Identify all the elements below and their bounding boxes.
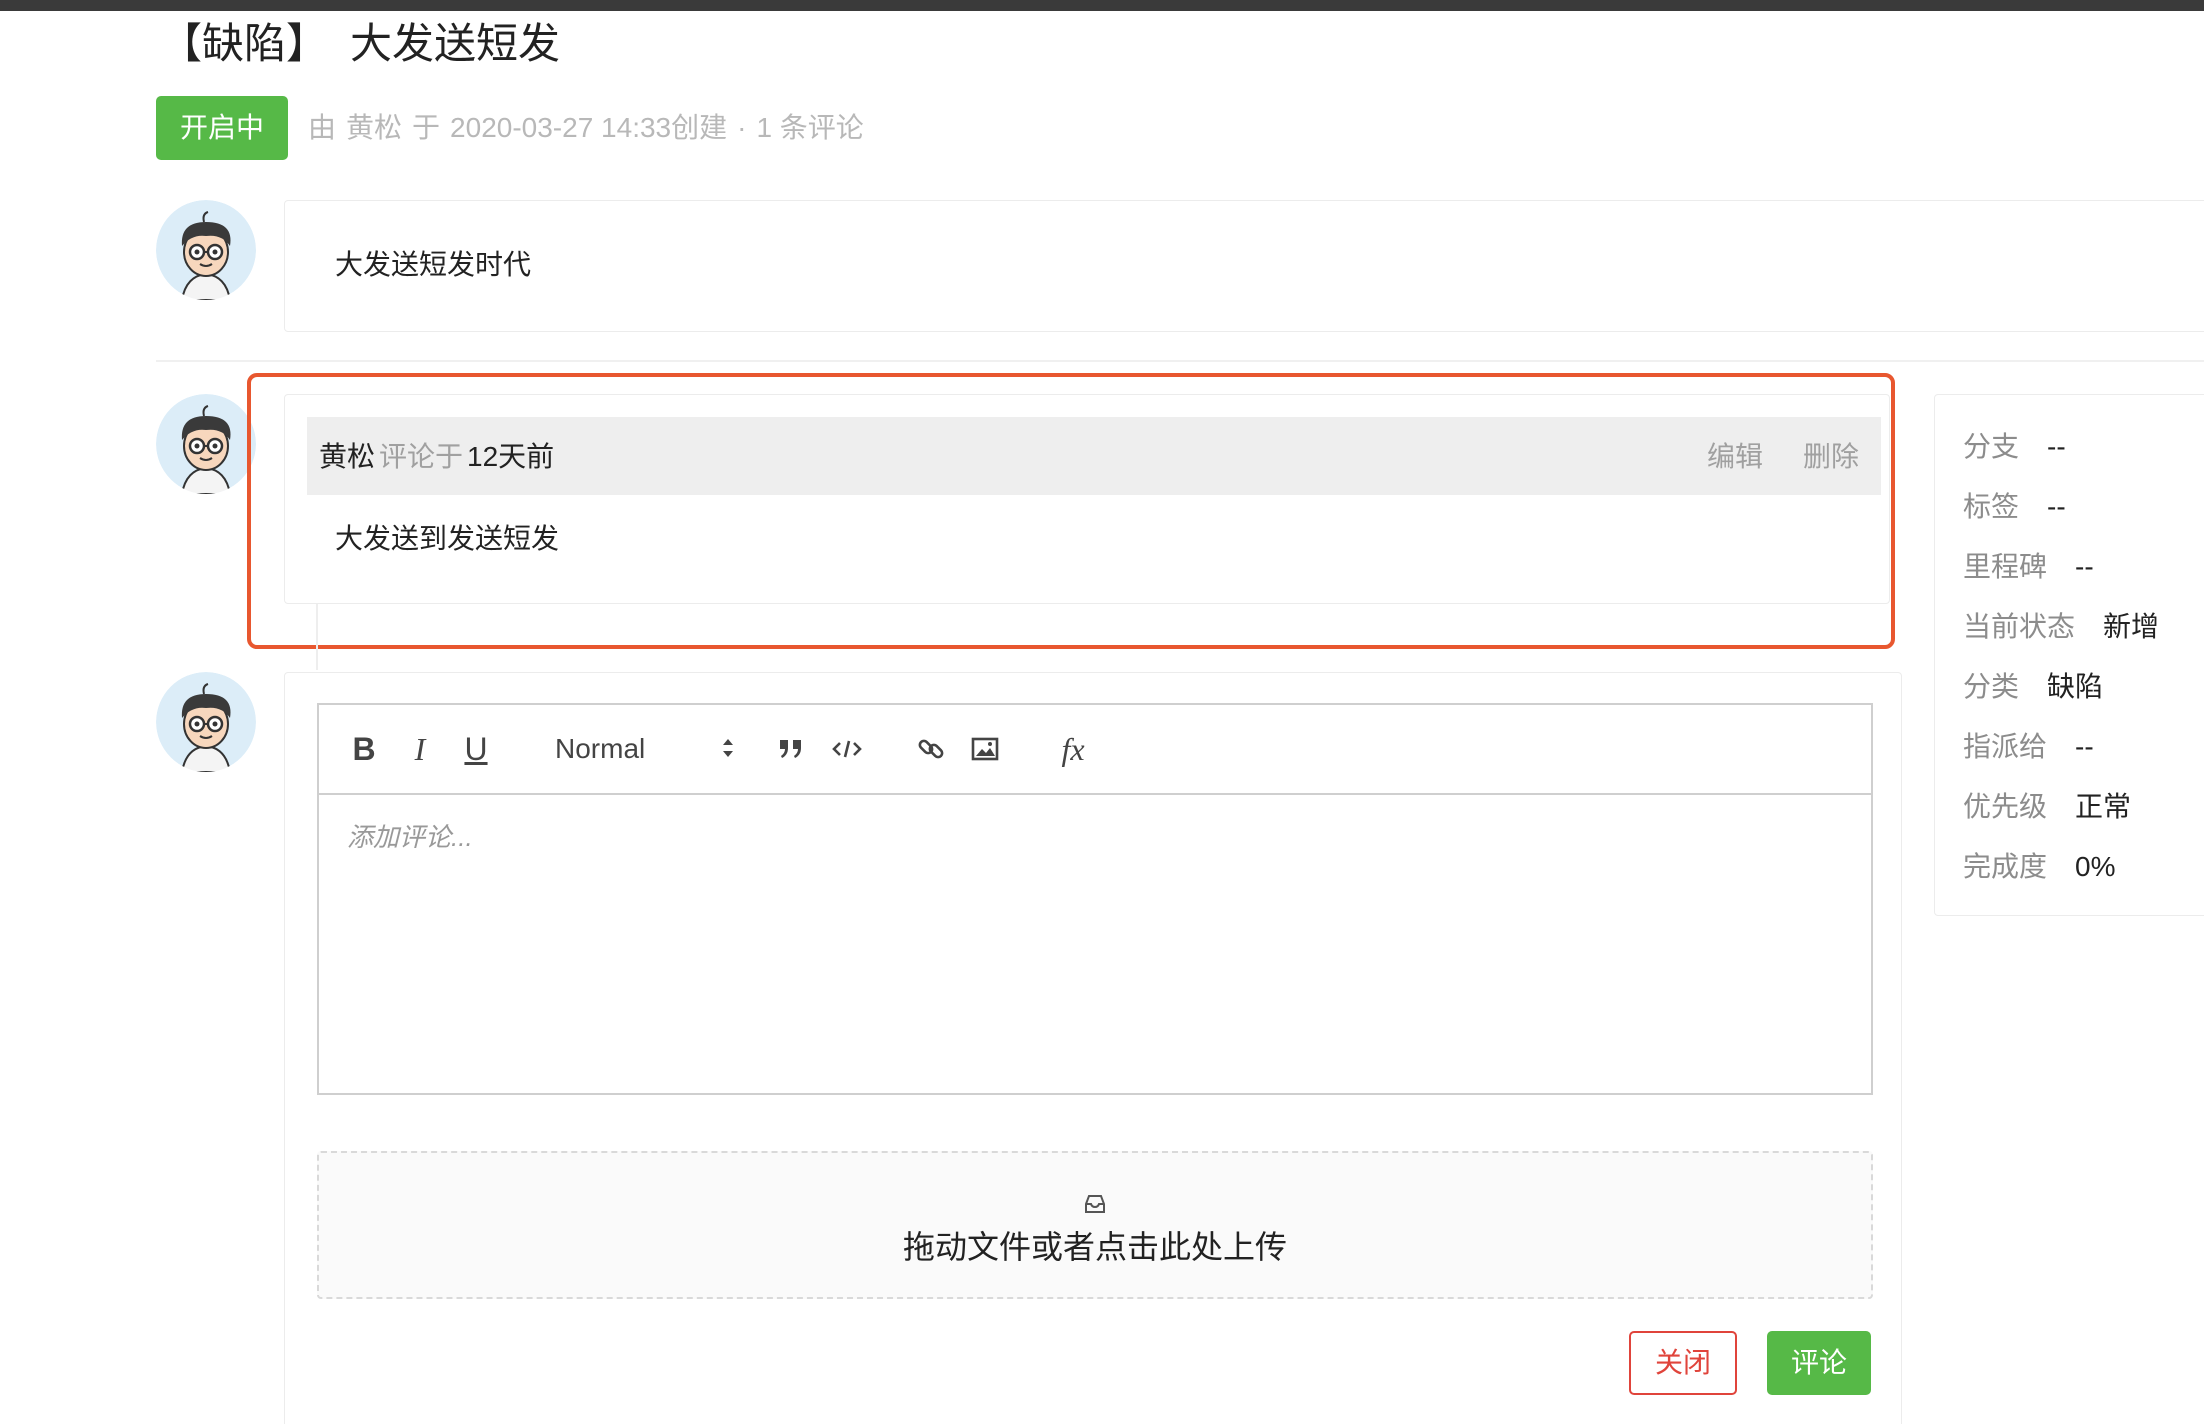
meta-datetime: 2020-03-27 14:33创建 [450,112,728,143]
delete-comment-link[interactable]: 删除 [1803,437,1859,477]
property-category[interactable]: 分类 缺陷 [1963,665,2103,709]
property-tags[interactable]: 标签 -- [1963,485,2066,529]
rich-text-editor: B I U Normal fx 添加评论... [317,703,1873,1095]
close-issue-button[interactable]: 关闭 [1629,1331,1737,1395]
image-button[interactable] [965,727,1005,771]
meta-dot: · [737,112,747,143]
avatar-illustration-icon [156,672,256,772]
edit-comment-link[interactable]: 编辑 [1707,437,1763,477]
submit-comment-button[interactable]: 评论 [1767,1331,1871,1395]
meta-by: 由 [308,112,337,143]
formula-button[interactable]: fx [1053,727,1093,771]
comment-time: 12天前 [467,441,555,472]
property-status[interactable]: 当前状态 新增 [1963,605,2159,649]
property-priority[interactable]: 优先级 正常 [1963,785,2131,829]
issue-description: 大发送短发时代 [335,249,532,280]
issue-meta: 由黄松于 2020-03-27 14:33创建 · 1 条评论 [308,106,874,150]
image-icon [971,737,999,761]
comment-card: 黄松 评论于 12天前 编辑 删除 大发送到发送短发 [284,394,1890,604]
comment-input-placeholder: 添加评论... [347,822,473,852]
issue-title: 【缺陷】 大发送短发 [160,14,560,74]
header-select-value: Normal [555,733,646,764]
file-upload-dropzone[interactable]: 拖动文件或者点击此处上传 [317,1151,1873,1299]
issue-description-card: 大发送短发时代 [284,200,2204,332]
status-badge: 开启中 [156,96,288,160]
inbox-icon [1085,1195,1105,1213]
avatar-illustration-icon [156,200,256,300]
comment-body: 大发送到发送短发 [335,523,560,554]
property-milestone[interactable]: 里程碑 -- [1963,545,2094,589]
issue-type-tag: 【缺陷】 [160,20,329,67]
quote-icon [780,740,801,758]
blockquote-button[interactable] [771,727,811,771]
comment-header: 黄松 评论于 12天前 编辑 删除 [307,417,1881,495]
header-select[interactable]: Normal [551,727,741,771]
select-arrows-icon [723,739,733,757]
property-assignee[interactable]: 指派给 -- [1963,725,2094,769]
link-button[interactable] [911,727,951,771]
comment-author[interactable]: 黄松 [319,441,375,472]
upload-hint: 拖动文件或者点击此处上传 [902,1229,1287,1265]
commenter-avatar[interactable] [156,394,256,494]
comment-input[interactable]: 添加评论... [319,795,1871,1093]
section-divider [156,360,2204,362]
editor-toolbar: B I U Normal fx [319,705,1871,795]
avatar-illustration-icon [156,394,256,494]
thread-connector [316,604,318,670]
property-branch[interactable]: 分支 -- [1963,425,2066,469]
link-icon [918,739,944,759]
author-avatar[interactable] [156,200,256,300]
meta-at: 于 [412,112,441,143]
property-progress[interactable]: 完成度 0% [1963,845,2115,889]
comment-meta: 黄松 评论于 12天前 [319,437,554,477]
italic-button[interactable]: I [405,727,435,771]
window-top-bar [0,0,2204,11]
current-user-avatar[interactable] [156,672,256,772]
bold-button[interactable]: B [349,727,379,771]
comment-verb: 评论于 [379,441,464,472]
code-icon [832,740,862,758]
meta-author: 黄松 [346,112,403,143]
code-block-button[interactable] [827,727,867,771]
underline-button[interactable]: U [461,727,491,771]
reply-card: B I U Normal fx 添加评论... 拖动文件或者点击此处上传 关闭 … [284,672,1902,1424]
meta-comment-count: 1 条评论 [756,112,864,143]
issue-title-text: 大发送短发 [350,20,561,67]
issue-properties-panel: 分支 -- 标签 -- 里程碑 -- 当前状态 新增 分类 缺陷 指派给 -- 优先级 正常 … [1934,394,2204,916]
